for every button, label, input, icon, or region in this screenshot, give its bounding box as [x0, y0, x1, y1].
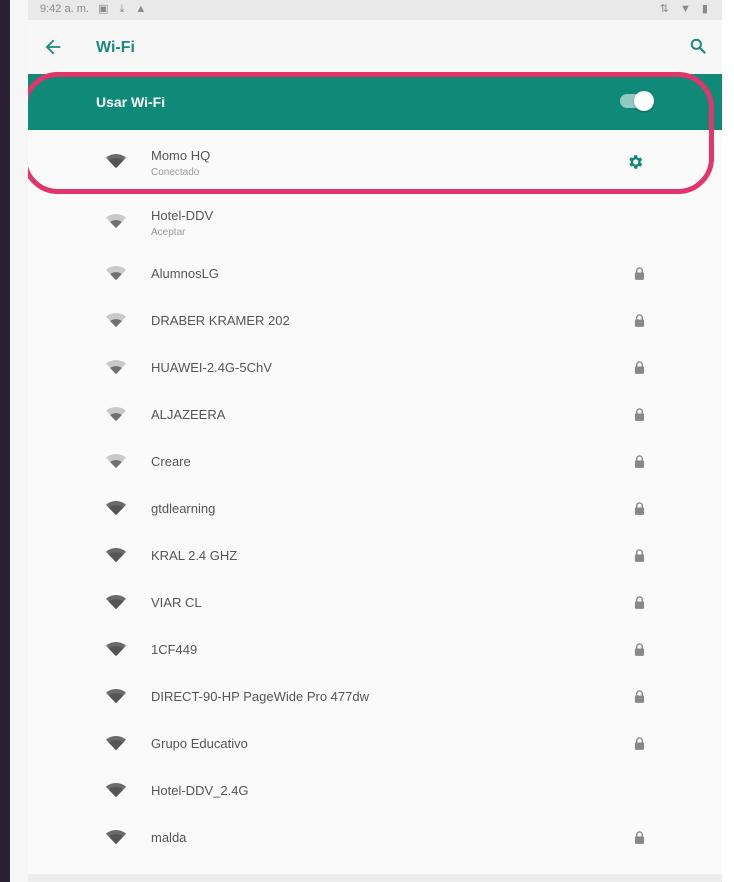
- notification-icons: ▣ ⤓ ▲: [98, 3, 151, 15]
- lock-icon: [634, 548, 645, 562]
- wifi-master-toggle-row[interactable]: Usar Wi-Fi: [28, 74, 722, 130]
- network-status: Conectado: [151, 167, 200, 178]
- status-time: 9:42 a. m.: [40, 3, 89, 15]
- network-name: HUAWEI-2.4G-5ChV: [151, 359, 272, 375]
- lock-icon: [634, 266, 645, 280]
- network-row[interactable]: Hotel-DDV_2.4G: [28, 767, 722, 814]
- lock-icon: [634, 501, 645, 515]
- lock-icon: [634, 407, 645, 421]
- lock-icon: [634, 313, 645, 327]
- network-row[interactable]: DIRECT-90-HP PageWide Pro 477dw: [28, 673, 722, 720]
- wifi-signal-icon: [106, 154, 126, 170]
- wifi-signal-icon: [106, 500, 126, 517]
- network-name: 1CF449: [151, 641, 198, 657]
- network-row[interactable]: VIAR CL: [28, 579, 722, 626]
- lock-icon: [634, 454, 645, 468]
- network-row[interactable]: ALJAZEERA: [28, 391, 722, 438]
- wifi-signal-icon: [106, 359, 126, 376]
- wifi-signal-icon: [106, 829, 126, 846]
- lock-icon: [634, 736, 645, 750]
- network-name: VIAR CL: [151, 594, 202, 610]
- wifi-toggle-label: Usar Wi-Fi: [96, 94, 166, 110]
- wifi-signal-icon: [106, 453, 126, 470]
- network-name: DRABER KRAMER 202: [151, 312, 290, 328]
- background-strip: [0, 0, 10, 882]
- wifi-signal-icon: [106, 214, 126, 230]
- lock-icon: [634, 830, 645, 844]
- network-name: malda: [151, 829, 187, 845]
- wifi-signal-icon: [106, 312, 126, 329]
- network-row[interactable]: malda: [28, 814, 722, 861]
- wifi-toggle-switch[interactable]: [620, 91, 654, 111]
- network-name: KRAL 2.4 GHZ: [151, 547, 238, 563]
- network-row[interactable]: AlumnosLG: [28, 250, 722, 297]
- device-screen: 9:42 a. m. ▣ ⤓ ▲ ⇅ ▼ ▮ Wi-Fi Usar Wi-Fi …: [28, 0, 722, 882]
- arrow-left-icon[interactable]: [42, 36, 64, 58]
- bottom-edge: [28, 874, 722, 882]
- network-name: Hotel-DDV_2.4G: [151, 782, 249, 798]
- network-name: DIRECT-90-HP PageWide Pro 477dw: [151, 688, 369, 704]
- network-name: Creare: [151, 453, 191, 469]
- network-row[interactable]: HUAWEI-2.4G-5ChV: [28, 344, 722, 391]
- network-row[interactable]: 1CF449: [28, 626, 722, 673]
- lock-icon: [634, 642, 645, 656]
- lock-icon: [634, 360, 645, 374]
- wifi-signal-icon: [106, 735, 126, 752]
- network-status: Aceptar: [151, 227, 186, 238]
- system-status-icons: ⇅ ▼ ▮: [659, 3, 712, 15]
- network-row[interactable]: gtdlearning: [28, 485, 722, 532]
- gear-icon[interactable]: [626, 153, 644, 171]
- wifi-signal-icon: [106, 688, 126, 705]
- network-name: Momo HQ: [151, 148, 211, 163]
- wifi-signal-icon: [106, 547, 126, 564]
- search-icon[interactable]: [688, 36, 708, 56]
- lock-icon: [634, 595, 645, 609]
- network-list: Momo HQ Conectado Hotel-DDV Aceptar AlumnosL…: [28, 130, 722, 861]
- network-row[interactable]: DRABER KRAMER 202: [28, 297, 722, 344]
- lock-icon: [634, 689, 645, 703]
- wifi-signal-icon: [106, 265, 126, 282]
- network-name: Grupo Educativo: [151, 735, 248, 751]
- wifi-signal-icon: [106, 594, 126, 611]
- network-row[interactable]: Creare: [28, 438, 722, 485]
- network-name: AlumnosLG: [151, 265, 219, 281]
- status-bar: 9:42 a. m. ▣ ⤓ ▲ ⇅ ▼ ▮: [28, 0, 722, 20]
- network-row[interactable]: Grupo Educativo: [28, 720, 722, 767]
- network-row[interactable]: Hotel-DDV Aceptar: [28, 194, 722, 250]
- network-row[interactable]: Momo HQ Conectado: [28, 130, 722, 194]
- wifi-signal-icon: [106, 406, 126, 423]
- network-name: ALJAZEERA: [151, 406, 226, 422]
- network-name: Hotel-DDV: [151, 208, 214, 223]
- wifi-signal-icon: [106, 782, 126, 799]
- wifi-signal-icon: [106, 641, 126, 658]
- app-bar: Wi-Fi: [28, 20, 722, 74]
- network-row[interactable]: KRAL 2.4 GHZ: [28, 532, 722, 579]
- page-title: Wi-Fi: [96, 39, 135, 56]
- page-margin: [722, 0, 734, 882]
- network-name: gtdlearning: [151, 500, 216, 516]
- switch-knob: [634, 91, 654, 111]
